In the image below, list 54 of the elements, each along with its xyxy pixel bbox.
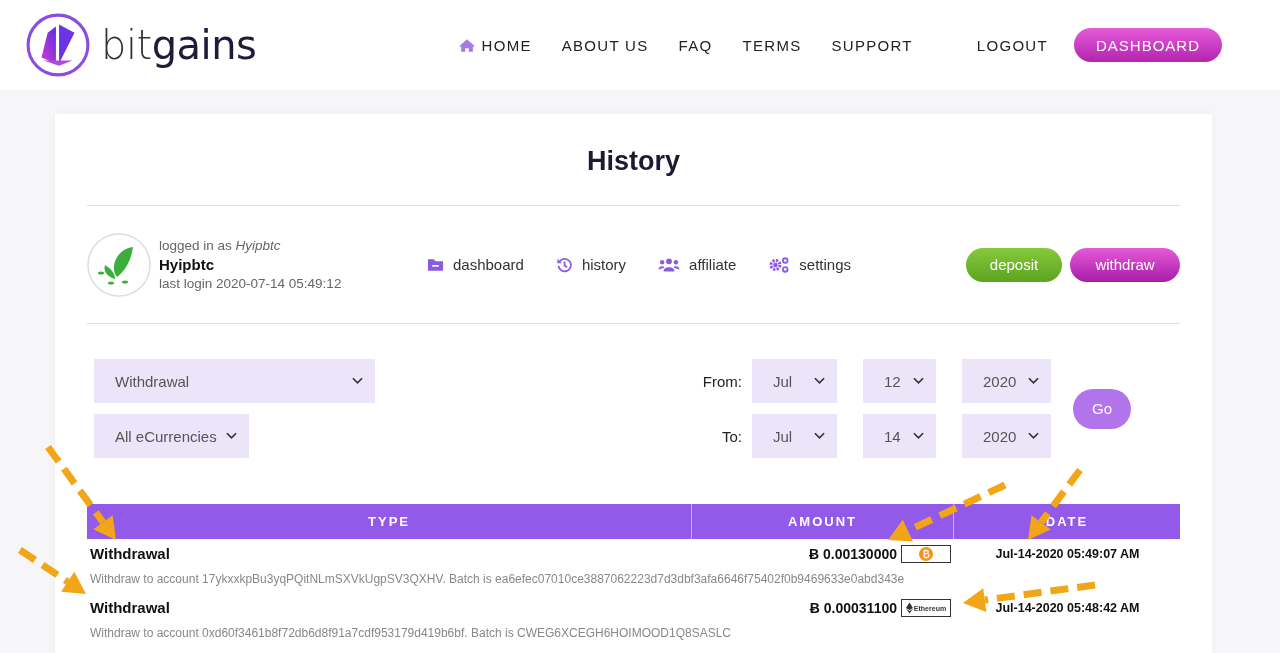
transaction-type: Withdrawal	[90, 545, 170, 562]
account-menu-link[interactable]: settings	[768, 256, 852, 273]
folder-icon	[427, 256, 444, 273]
type-select[interactable]: Withdrawal	[94, 359, 375, 403]
month-select[interactable]: Jul	[752, 414, 837, 458]
withdraw-button[interactable]: withdraw	[1070, 247, 1180, 282]
history-icon	[555, 256, 573, 273]
chevron-down-icon	[814, 377, 825, 385]
nav-link[interactable]: FAQ	[678, 36, 713, 54]
bitcoin-badge	[901, 545, 951, 563]
currency-select[interactable]: All eCurrencies	[94, 414, 249, 458]
annotation-arrow	[18, 547, 86, 594]
month-select[interactable]: Jul	[752, 359, 837, 403]
home-icon	[457, 37, 476, 53]
nav-link[interactable]: ABOUT US	[561, 36, 649, 54]
chevron-down-icon	[226, 432, 237, 440]
year-select[interactable]: 2020	[962, 359, 1051, 403]
date-text: Jul-14-2020 05:49:07 AM	[994, 547, 1141, 561]
chevron-down-icon	[352, 377, 363, 385]
chevron-down-icon	[1028, 432, 1039, 440]
brand-name: bitgains	[101, 22, 257, 68]
date-text: Jul-14-2020 05:48:42 AM	[994, 601, 1141, 615]
amount-text: Ƀ 0.00130000	[809, 546, 897, 562]
users-icon	[658, 256, 681, 273]
account-menu-link[interactable]: history	[555, 256, 627, 273]
last-login-text: last login 2020-07-14 05:49:12	[159, 275, 342, 293]
year-select[interactable]: 2020	[962, 414, 1051, 458]
dashboard-button[interactable]: DASHBOARD	[1073, 28, 1222, 62]
transaction-description: Withdraw to account 0xd60f3461b8f72db6d8f91a7cdf953179d419b6bf. Batch is CWEG6XCEGH6HOIMOOD1Q8SASLC	[90, 626, 732, 640]
nav-link[interactable]: SUPPORT	[831, 36, 913, 54]
column-header: TYPE	[367, 513, 411, 531]
date-label: To:	[721, 427, 742, 445]
account-menu-link[interactable]: dashboard	[427, 256, 524, 273]
chevron-down-icon	[913, 377, 924, 385]
day-select[interactable]: 14	[863, 414, 936, 458]
amount-text: Ƀ 0.00031100	[809, 600, 897, 616]
logged-in-text: logged in as Hyipbtc	[159, 237, 282, 255]
transaction-type: Withdrawal	[90, 599, 170, 616]
chevron-down-icon	[1028, 377, 1039, 385]
nav-link[interactable]: HOME	[457, 36, 532, 54]
logo-icon	[25, 12, 91, 78]
nav-link[interactable]: TERMS	[742, 36, 802, 54]
account-menu-link[interactable]: affiliate	[658, 256, 737, 273]
username: Hyipbtc	[159, 255, 215, 274]
avatar-icon	[87, 232, 151, 297]
page-title: History	[586, 146, 681, 177]
gears-icon	[768, 256, 791, 273]
day-select[interactable]: 12	[863, 359, 936, 403]
date-label: From:	[701, 372, 742, 390]
transaction-description: Withdraw to account 17ykxxkpBu3yqPQitNLmSXVkUgpSV3QXHV. Batch is ea6efec07010ce3887062223d7d3dbf3afa6646f75402f0b9469633e0abd343e	[90, 572, 905, 586]
go-button[interactable]: Go	[1073, 388, 1131, 429]
logout-link[interactable]: LOGOUT	[976, 36, 1048, 54]
chevron-down-icon	[913, 432, 924, 440]
chevron-down-icon	[814, 432, 825, 440]
